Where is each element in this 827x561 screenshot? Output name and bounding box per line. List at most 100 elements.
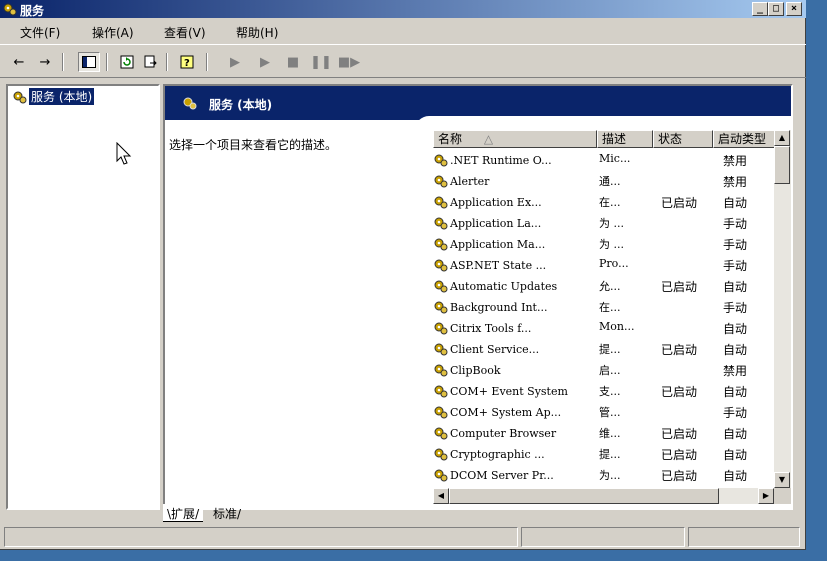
service-gear-icon bbox=[434, 196, 448, 209]
service-desc: Pro... bbox=[599, 257, 629, 270]
column-startup-type[interactable]: 启动类型 bbox=[713, 130, 777, 148]
scroll-h-thumb[interactable] bbox=[449, 488, 719, 504]
vertical-scrollbar[interactable]: ▲ ▼ bbox=[774, 130, 791, 488]
table-row[interactable]: Automatic Updates 允... 已启动 自动 bbox=[433, 275, 774, 296]
service-name: Computer Browser bbox=[433, 425, 597, 441]
status-panel-2 bbox=[521, 527, 685, 547]
horizontal-scrollbar[interactable]: ◀ ▶ bbox=[433, 488, 774, 504]
stop-service-icon[interactable]: ■ bbox=[282, 52, 304, 72]
menu-file[interactable]: 文件(F) bbox=[20, 24, 60, 41]
scroll-up-button[interactable]: ▲ bbox=[774, 130, 790, 146]
svg-text:?: ? bbox=[184, 58, 190, 69]
table-row[interactable]: Application Ex... 在... 已启动 自动 bbox=[433, 191, 774, 212]
service-gear-icon bbox=[434, 385, 448, 398]
service-name: Citrix Tools f... bbox=[433, 320, 597, 336]
table-row[interactable]: Application Ma... 为 ... 手动 bbox=[433, 233, 774, 254]
service-name: Application Ex... bbox=[433, 194, 597, 210]
service-desc: 允... bbox=[599, 280, 621, 293]
restart-service-icon[interactable]: ■▶ bbox=[338, 52, 360, 72]
menu-action[interactable]: 操作(A) bbox=[92, 24, 134, 41]
table-row[interactable]: ASP.NET State ... Pro... 手动 bbox=[433, 254, 774, 275]
service-startup: 自动 bbox=[723, 427, 748, 441]
services-gear-icon bbox=[13, 91, 27, 103]
scroll-left-button[interactable]: ◀ bbox=[433, 488, 449, 504]
table-row[interactable]: .NET Runtime O... Mic... 禁用 bbox=[433, 149, 774, 170]
column-status[interactable]: 状态 bbox=[653, 130, 713, 148]
table-row[interactable]: Background Int... 在... 手动 bbox=[433, 296, 774, 317]
service-gear-icon bbox=[434, 343, 448, 356]
service-gear-icon bbox=[434, 238, 448, 251]
service-desc: 提... bbox=[599, 343, 621, 356]
service-status: 已启动 bbox=[661, 343, 698, 357]
service-startup: 手动 bbox=[723, 301, 748, 315]
service-name: Alerter bbox=[433, 173, 597, 189]
title-bar[interactable]: 服务 _ □ × bbox=[0, 0, 806, 18]
tab-extended[interactable]: \扩展/ bbox=[163, 504, 204, 522]
scroll-down-button[interactable]: ▼ bbox=[774, 472, 790, 488]
show-hide-tree-icon[interactable] bbox=[78, 52, 100, 72]
tree-node-services-local[interactable]: 服务 (本地) bbox=[12, 88, 95, 105]
scroll-thumb[interactable] bbox=[774, 146, 790, 184]
tree-node-label: 服务 (本地) bbox=[29, 88, 95, 105]
back-icon[interactable]: ← bbox=[8, 52, 30, 72]
table-row[interactable]: COM+ Event System 支... 已启动 自动 bbox=[433, 380, 774, 401]
service-startup: 自动 bbox=[723, 469, 748, 483]
service-startup: 自动 bbox=[723, 280, 748, 294]
service-startup: 手动 bbox=[723, 259, 748, 273]
table-row[interactable]: Application La... 为 ... 手动 bbox=[433, 212, 774, 233]
service-gear-icon bbox=[434, 406, 448, 419]
service-desc: 为... bbox=[599, 469, 621, 482]
service-name: Application Ma... bbox=[433, 236, 597, 252]
minimize-button[interactable]: _ bbox=[752, 2, 768, 16]
status-panel-main bbox=[4, 527, 518, 547]
service-startup: 手动 bbox=[723, 406, 748, 420]
service-name: Application La... bbox=[433, 215, 597, 231]
maximize-button[interactable]: □ bbox=[768, 2, 784, 16]
table-row[interactable]: Cryptographic ... 提... 已启动 自动 bbox=[433, 443, 774, 464]
service-startup: 自动 bbox=[723, 196, 748, 210]
column-name[interactable]: 名称 △ bbox=[433, 130, 597, 148]
status-panel-3 bbox=[688, 527, 800, 547]
service-startup: 自动 bbox=[723, 385, 748, 399]
tab-standard[interactable]: 标准/ bbox=[209, 504, 245, 522]
service-desc: 管... bbox=[599, 406, 621, 419]
menu-bar: 文件(F) 操作(A) 查看(V) 帮助(H) bbox=[0, 20, 806, 42]
export-list-icon[interactable] bbox=[140, 52, 162, 72]
service-gear-icon bbox=[434, 175, 448, 188]
table-row[interactable]: Alerter 通... 禁用 bbox=[433, 170, 774, 191]
service-desc: 启... bbox=[599, 364, 621, 377]
service-name: COM+ Event System bbox=[433, 383, 597, 399]
service-desc: 为 ... bbox=[599, 238, 624, 251]
scroll-right-button[interactable]: ▶ bbox=[758, 488, 774, 504]
menu-help[interactable]: 帮助(H) bbox=[236, 24, 278, 41]
services-gear-icon bbox=[183, 97, 197, 110]
table-row[interactable]: ClipBook 启... 禁用 bbox=[433, 359, 774, 380]
menu-view[interactable]: 查看(V) bbox=[164, 24, 206, 41]
close-button[interactable]: × bbox=[786, 2, 802, 16]
service-status: 已启动 bbox=[661, 385, 698, 399]
table-row[interactable]: Client Service... 提... 已启动 自动 bbox=[433, 338, 774, 359]
start-service-icon[interactable]: ▶ bbox=[224, 52, 246, 72]
help-icon[interactable]: ? bbox=[176, 52, 198, 72]
service-desc: Mon... bbox=[599, 320, 635, 333]
refresh-icon[interactable] bbox=[116, 52, 138, 72]
start-service-alt-icon[interactable]: ▶ bbox=[254, 52, 276, 72]
services-list: 名称 △ 描述 状态 启动类型 .NET Runtime O... Mic... 禁… bbox=[433, 130, 791, 504]
service-status: 已启动 bbox=[661, 469, 698, 483]
table-row[interactable]: Citrix Tools f... Mon... 自动 bbox=[433, 317, 774, 338]
service-startup: 手动 bbox=[723, 217, 748, 231]
table-row[interactable]: Computer Browser 维... 已启动 自动 bbox=[433, 422, 774, 443]
column-description[interactable]: 描述 bbox=[597, 130, 653, 148]
service-name: ClipBook bbox=[433, 362, 597, 378]
pause-service-icon[interactable]: ❚❚ bbox=[310, 52, 332, 72]
service-startup: 禁用 bbox=[723, 364, 748, 378]
forward-icon[interactable]: → bbox=[34, 52, 56, 72]
service-gear-icon bbox=[434, 322, 448, 335]
service-status: 已启动 bbox=[661, 196, 698, 210]
service-startup: 禁用 bbox=[723, 175, 748, 189]
service-description: 选择一个项目来查看它的描述。 bbox=[169, 138, 338, 152]
table-row[interactable]: COM+ System Ap... 管... 手动 bbox=[433, 401, 774, 422]
services-gear-icon bbox=[3, 3, 17, 16]
table-row[interactable]: DCOM Server Pr... 为... 已启动 自动 bbox=[433, 464, 774, 485]
status-bar bbox=[4, 527, 802, 547]
